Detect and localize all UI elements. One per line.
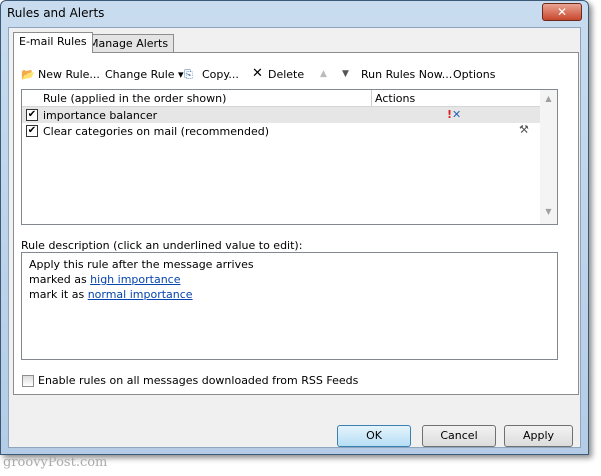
- description-text: mark it as: [29, 288, 88, 301]
- description-text: marked as: [29, 273, 91, 286]
- options-button[interactable]: Options: [453, 68, 495, 81]
- rule-description-box: Apply this rule after the message arrive…: [21, 252, 558, 360]
- delete-icon: ✕: [252, 66, 263, 81]
- close-button[interactable]: ✕: [542, 3, 582, 21]
- rule-name: importance balancer: [43, 109, 158, 122]
- copy-button[interactable]: Copy...: [202, 68, 239, 81]
- rule-checkbox[interactable]: ✔: [26, 109, 38, 121]
- watermark: groovyPost.com: [3, 455, 108, 470]
- copy-icon: ⎘: [184, 68, 193, 81]
- high-importance-link[interactable]: high importance: [90, 273, 180, 286]
- column-actions[interactable]: Actions: [371, 90, 415, 106]
- rule-row[interactable]: ✔ importance balancer !✕: [22, 107, 541, 123]
- move-down-button[interactable]: ▼: [342, 69, 349, 79]
- email-rules-panel: 📂 New Rule... Change Rule ▾ ⎘ Copy... ✕ …: [13, 52, 579, 395]
- normal-importance-link[interactable]: normal importance: [88, 288, 193, 301]
- move-up-button[interactable]: ▲: [320, 69, 327, 79]
- rule-name: Clear categories on mail (recommended): [43, 125, 269, 138]
- change-rule-button[interactable]: Change Rule ▾: [105, 68, 184, 81]
- new-rule-icon: 📂: [21, 68, 35, 81]
- rule-checkbox[interactable]: ✔: [26, 125, 38, 137]
- column-rule[interactable]: Rule (applied in the order shown): [43, 92, 226, 105]
- description-line: marked as high importance: [29, 272, 550, 287]
- list-header: Rule (applied in the order shown) Action…: [22, 90, 541, 107]
- rss-checkbox-label: Enable rules on all messages downloaded …: [38, 374, 359, 387]
- tab-manage-alerts[interactable]: Manage Alerts: [83, 34, 175, 52]
- rss-checkbox[interactable]: [22, 375, 34, 387]
- tab-email-rules[interactable]: E-mail Rules: [13, 32, 93, 53]
- delete-button[interactable]: Delete: [268, 68, 304, 81]
- run-rules-now-button[interactable]: Run Rules Now...: [361, 68, 452, 81]
- ok-button[interactable]: OK: [337, 425, 411, 447]
- tools-action-icon: ⚒: [519, 123, 529, 136]
- dialog-client: E-mail Rules Manage Alerts 📂 New Rule...…: [8, 27, 581, 448]
- apply-button[interactable]: Apply: [504, 425, 573, 447]
- rules-list: Rule (applied in the order shown) Action…: [21, 89, 558, 225]
- description-line: Apply this rule after the message arrive…: [29, 258, 254, 271]
- window-title: Rules and Alerts: [7, 6, 105, 20]
- importance-action-icon: !✕: [447, 108, 462, 121]
- rule-row[interactable]: ✔ Clear categories on mail (recommended)…: [22, 123, 541, 139]
- new-rule-button[interactable]: New Rule...: [38, 68, 100, 81]
- list-scrollbar[interactable]: ▲ ▼: [540, 90, 557, 224]
- description-line: mark it as normal importance: [29, 287, 550, 302]
- cancel-button[interactable]: Cancel: [422, 425, 496, 447]
- rule-description-label: Rule description (click an underlined va…: [21, 239, 303, 252]
- rules-and-alerts-dialog: Rules and Alerts ✕ E-mail Rules Manage A…: [0, 0, 589, 455]
